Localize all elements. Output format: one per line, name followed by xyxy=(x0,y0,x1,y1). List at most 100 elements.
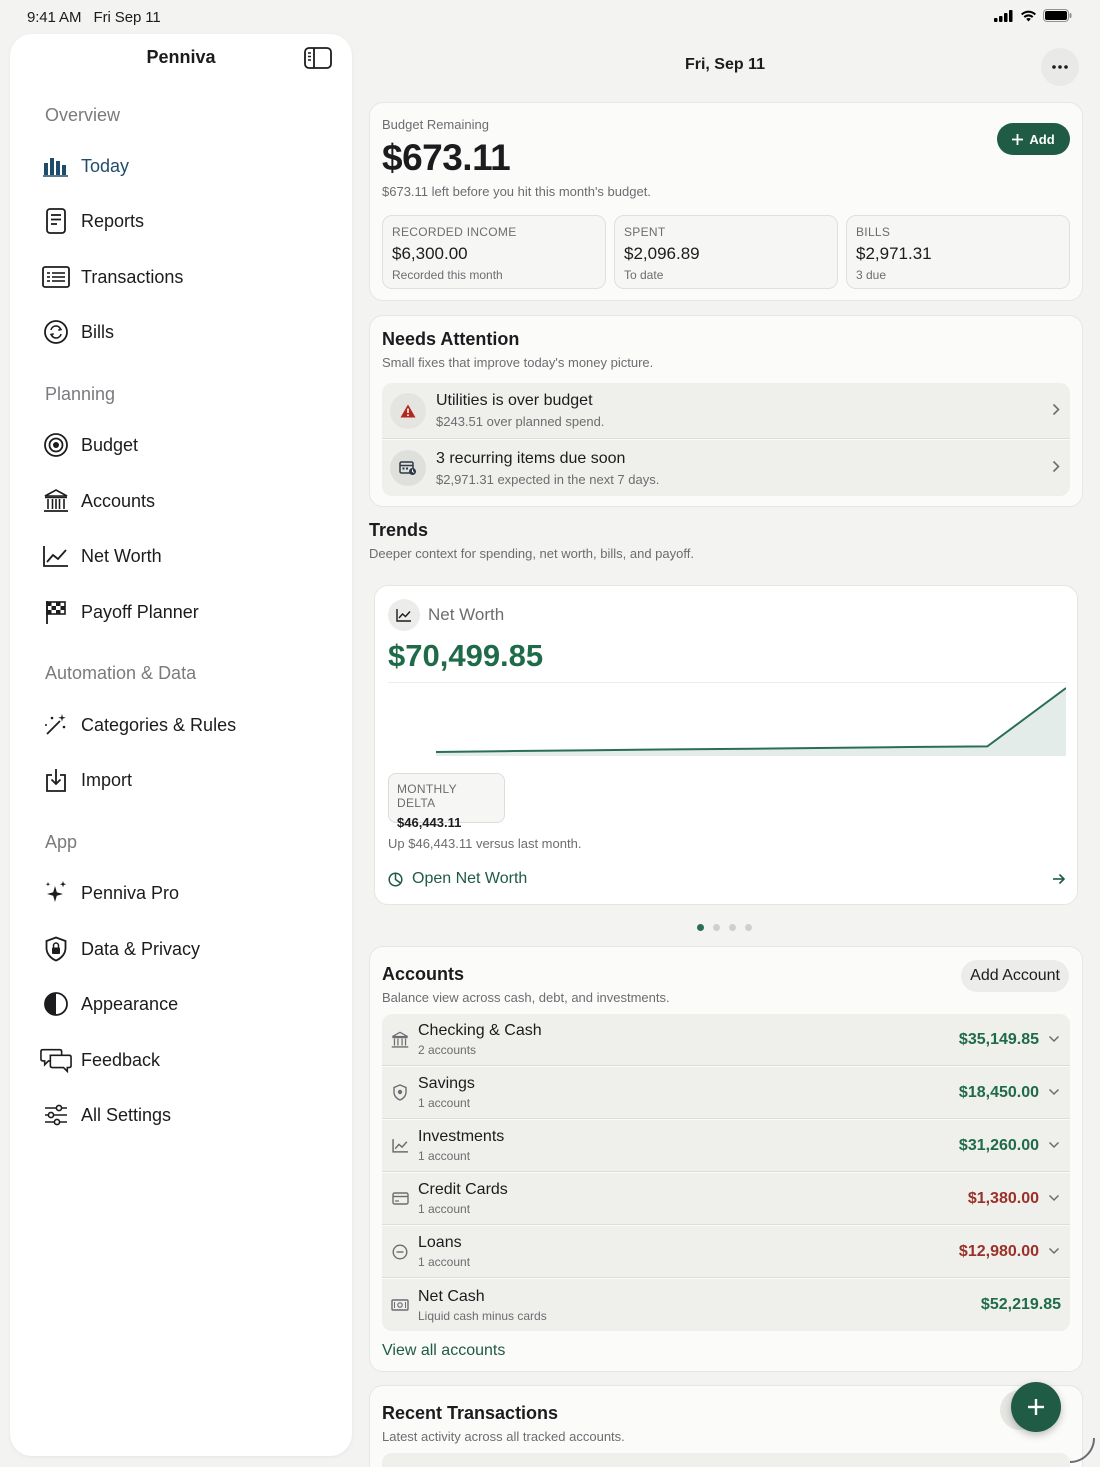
sidebar-item-feedback[interactable]: Feedback xyxy=(40,1039,330,1081)
sidebar-item-data-privacy[interactable]: Data & Privacy xyxy=(40,928,330,970)
sidebar-item-penniva-pro[interactable]: Penniva Pro xyxy=(40,872,330,914)
open-net-worth-label: Open Net Worth xyxy=(412,870,528,887)
add-button-label: Add xyxy=(1029,131,1055,147)
add-button[interactable]: Add xyxy=(997,123,1070,155)
sidebar-item-accounts[interactable]: Accounts xyxy=(40,480,330,522)
sidebar-item-reports[interactable]: Reports xyxy=(40,200,330,242)
attention-item-title: 3 recurring items due soon xyxy=(436,449,626,467)
page-indicator[interactable] xyxy=(697,924,757,932)
sidebar-item-label: Payoff Planner xyxy=(81,601,199,622)
sidebar-item-categories-rules[interactable]: Categories & Rules xyxy=(40,704,330,746)
account-amount: $12,980.00 xyxy=(958,1243,1039,1260)
line-chart-icon xyxy=(40,540,72,572)
open-net-worth-link[interactable]: Open Net Worth xyxy=(388,868,1066,890)
stat-value: $2,096.89 xyxy=(624,244,700,263)
stat-income[interactable]: RECORDED INCOME $6,300.00 Recorded this … xyxy=(382,215,606,289)
stat-spent[interactable]: SPENT $2,096.89 To date xyxy=(614,215,838,289)
document-icon xyxy=(40,205,72,237)
header-date: Fri, Sep 11 xyxy=(684,56,766,73)
attention-item-utilities[interactable]: Utilities is over budget $243.51 over pl… xyxy=(382,383,1070,439)
account-row-credit-cards[interactable]: Credit Cards 1 account $1,380.00 xyxy=(382,1173,1070,1225)
app-title: Penniva xyxy=(146,47,216,67)
account-sub: 1 account xyxy=(418,1096,471,1110)
net-worth-line xyxy=(435,687,1066,753)
accounts-card: Accounts Balance view across cash, debt,… xyxy=(369,946,1083,1372)
sidebar-item-import[interactable]: Import xyxy=(40,759,330,801)
account-row-loans[interactable]: Loans 1 account $12,980.00 xyxy=(382,1226,1070,1278)
page-dot[interactable] xyxy=(729,924,736,931)
recurring-icon xyxy=(40,316,72,348)
list-icon xyxy=(40,261,72,293)
view-all-accounts-link[interactable]: View all accounts xyxy=(382,1342,505,1360)
sidebar-toggle-button[interactable] xyxy=(304,47,332,74)
sidebar-item-budget[interactable]: Budget xyxy=(40,424,330,466)
sidebar-item-label: Budget xyxy=(81,434,139,455)
account-row-investments[interactable]: Investments 1 account $31,260.00 xyxy=(382,1120,1070,1172)
plus-icon xyxy=(1012,133,1024,145)
monthly-delta-key: MONTHLY DELTA xyxy=(397,782,457,810)
net-worth-amount: $70,499.85 xyxy=(388,638,544,673)
account-amount: $31,260.00 xyxy=(958,1137,1039,1154)
sidebar-item-net-worth[interactable]: Net Worth xyxy=(40,535,330,577)
wifi-icon xyxy=(1021,10,1036,21)
more-button[interactable] xyxy=(1041,48,1079,86)
resize-handle-icon[interactable] xyxy=(1068,1436,1096,1464)
transaction-row[interactable] xyxy=(382,1453,1070,1467)
budget-amount: $673.11 xyxy=(382,137,511,178)
needs-attention-card: Needs Attention Small fixes that improve… xyxy=(369,315,1083,507)
sidebar-item-label: Net Worth xyxy=(81,545,162,566)
add-transaction-fab[interactable] xyxy=(1011,1382,1061,1432)
ellipsis-icon xyxy=(1052,65,1068,69)
stat-bills[interactable]: BILLS $2,971.31 3 due xyxy=(846,215,1070,289)
sidebar-item-label: All Settings xyxy=(81,1104,172,1125)
account-row-net-cash[interactable]: Net Cash Liquid cash minus cards $52,219.… xyxy=(382,1279,1070,1331)
account-sub: 1 account xyxy=(418,1202,471,1216)
stat-value: $2,971.31 xyxy=(856,244,932,263)
account-sub: 2 accounts xyxy=(418,1043,477,1057)
attention-item-recurring[interactable]: 3 recurring items due soon $2,971.31 exp… xyxy=(382,440,1070,496)
account-row-savings[interactable]: Savings 1 account $18,450.00 xyxy=(382,1067,1070,1119)
sidebar-section-app: App xyxy=(45,832,78,852)
net-worth-note: Up $46,443.11 versus last month. xyxy=(388,836,582,851)
page-dot[interactable] xyxy=(745,924,752,931)
line-chart-icon xyxy=(388,599,420,631)
trends-subtitle: Deeper context for spending, net worth, … xyxy=(369,546,694,561)
sidebar-item-today[interactable]: Today xyxy=(40,145,330,187)
chat-bubbles-icon xyxy=(40,1044,72,1076)
account-name: Savings xyxy=(418,1075,475,1092)
monthly-delta-box: MONTHLY DELTA $46,443.11 xyxy=(388,773,505,830)
page-dot[interactable] xyxy=(713,924,720,931)
account-name: Checking & Cash xyxy=(418,1022,542,1039)
sidebar-item-payoff-planner[interactable]: Payoff Planner xyxy=(40,591,330,633)
attention-item-detail: $2,971.31 expected in the next 7 days. xyxy=(436,471,660,487)
account-name: Loans xyxy=(418,1234,462,1251)
status-icons xyxy=(994,9,1072,22)
net-worth-label: Net Worth xyxy=(428,605,505,624)
cellular-signal-icon xyxy=(994,9,1013,22)
import-icon xyxy=(40,764,72,796)
account-sub: 1 account xyxy=(418,1255,471,1269)
account-name: Net Cash xyxy=(418,1287,485,1305)
arrow-right-icon xyxy=(1053,873,1066,885)
magic-wand-icon xyxy=(40,709,72,741)
chart-pie-icon xyxy=(388,871,403,887)
sidebar-item-label: Feedback xyxy=(81,1049,161,1070)
sidebar-item-transactions[interactable]: Transactions xyxy=(40,256,330,298)
stat-sub: To date xyxy=(624,268,664,282)
account-row-checking[interactable]: Checking & Cash 2 accounts $35,149.85 xyxy=(382,1014,1070,1066)
sidebar-item-label: Today xyxy=(81,155,130,176)
bank-icon xyxy=(382,1031,418,1049)
attention-subtitle: Small fixes that improve today's money p… xyxy=(382,355,654,370)
page-dot[interactable] xyxy=(697,924,704,931)
attention-title: Needs Attention xyxy=(382,329,520,349)
sidebar-item-appearance[interactable]: Appearance xyxy=(40,983,330,1025)
sparkles-icon xyxy=(40,877,72,909)
target-icon xyxy=(40,429,72,461)
monthly-delta-value: $46,443.11 xyxy=(397,815,462,830)
account-amount: $1,380.00 xyxy=(967,1190,1039,1207)
net-worth-card[interactable]: Net Worth $70,499.85 MONTHLY DELTA $46,4… xyxy=(374,585,1078,905)
status-bar: 9:41 AM Fri Sep 11 xyxy=(0,0,1100,34)
sidebar-item-all-settings[interactable]: All Settings xyxy=(40,1094,330,1136)
sidebar-item-bills[interactable]: Bills xyxy=(40,311,330,353)
add-account-button[interactable]: Add Account xyxy=(961,960,1069,992)
